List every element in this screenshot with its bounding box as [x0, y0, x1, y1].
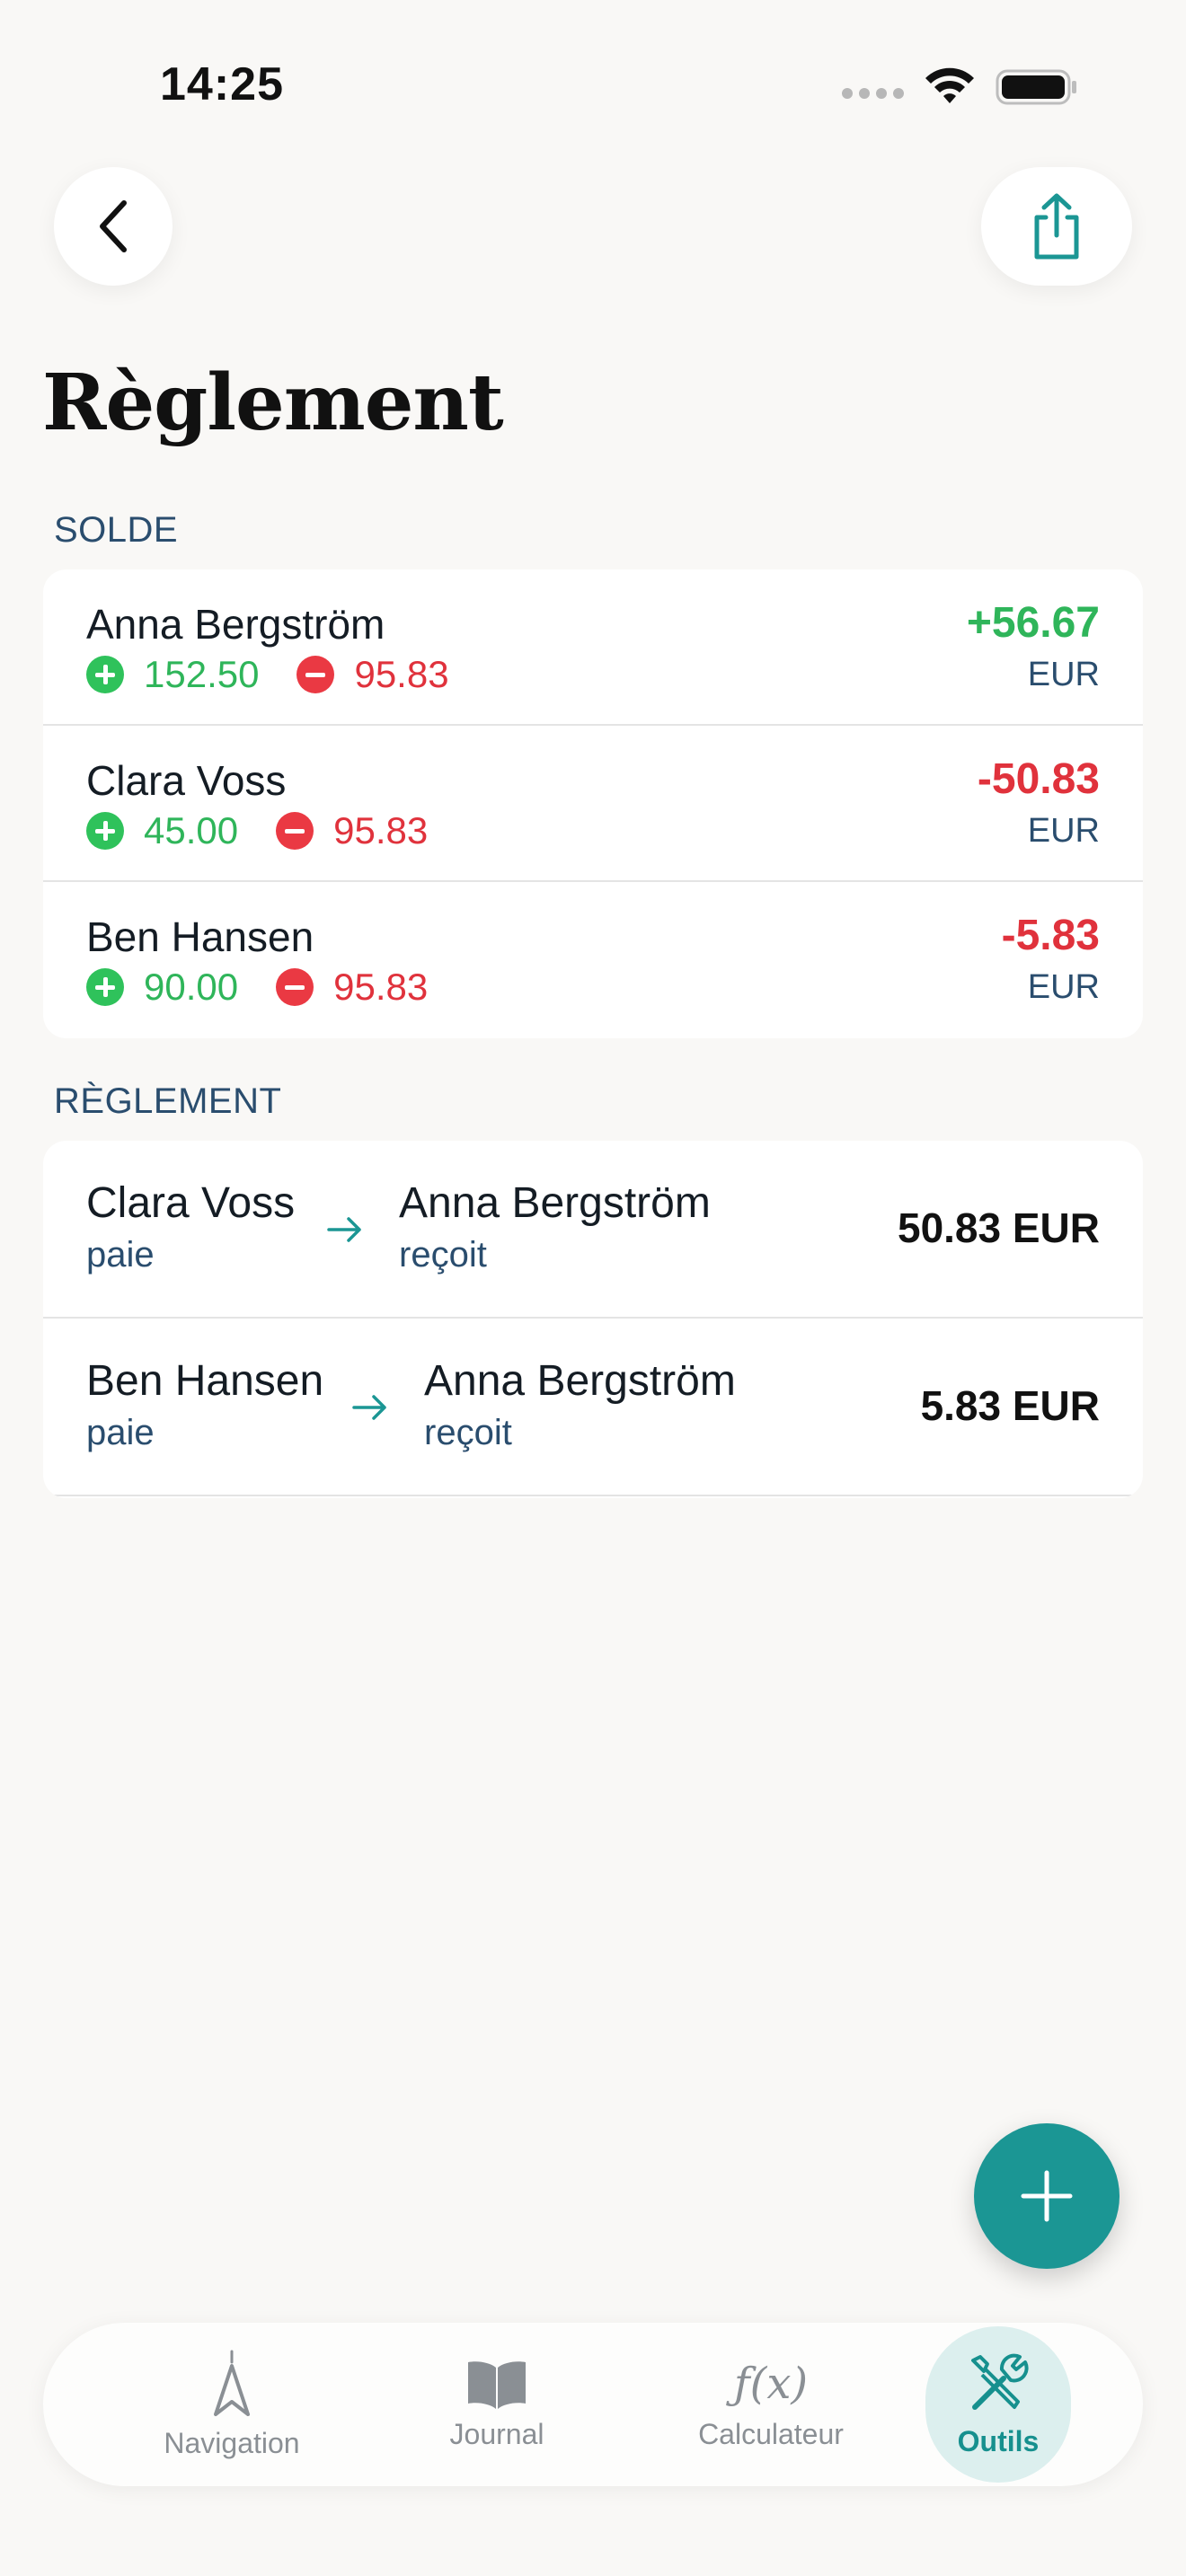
settlement-amount: 50.83 EUR	[897, 1204, 1100, 1251]
credit-amount: 90.00	[144, 966, 239, 1008]
tab-label: Outils	[957, 2424, 1040, 2457]
balance-currency: EUR	[1027, 656, 1100, 693]
minus-circle-icon	[276, 968, 314, 1006]
payer: Clara Voss paie	[86, 1178, 295, 1275]
section-label-balance: SOLDE	[54, 510, 179, 550]
balance-card: Anna Bergström 152.50 95.83 +56.67 EUR C…	[43, 569, 1143, 1038]
plus-circle-icon	[86, 812, 124, 850]
debit-amount: 95.83	[333, 809, 429, 851]
participant-name: Ben Hansen	[86, 913, 314, 960]
balance-breakdown: 90.00 95.83	[86, 966, 428, 1009]
credit-amount: 152.50	[144, 653, 260, 695]
payer: Ben Hansen paie	[86, 1356, 323, 1453]
balance-amount: +56.67	[966, 599, 1100, 647]
balance-row[interactable]: Anna Bergström 152.50 95.83 +56.67 EUR	[43, 569, 1143, 726]
payee-role: reçoit	[399, 1235, 487, 1275]
balance-currency: EUR	[1027, 812, 1100, 850]
tab-label: Journal	[449, 2417, 544, 2450]
payee: Anna Bergström reçoit	[399, 1178, 711, 1275]
status-icons	[842, 65, 1078, 110]
book-icon	[468, 2360, 526, 2409]
payer-role: paie	[86, 1413, 155, 1452]
tab-bar: Navigation Journal ƒ(x) Calculateur Outi…	[43, 2323, 1143, 2486]
tab-navigation[interactable]: Navigation	[97, 2323, 367, 2486]
payee: Anna Bergström reçoit	[424, 1356, 736, 1453]
section-label-settlement: RÈGLEMENT	[54, 1081, 282, 1121]
balance-amount: -5.83	[1001, 912, 1100, 959]
debit-amount: 95.83	[333, 966, 429, 1008]
function-icon: ƒ(x)	[733, 2358, 809, 2409]
settlement-row[interactable]: Clara Voss paie Anna Bergström reçoit 50…	[43, 1141, 1143, 1319]
status-time: 14:25	[160, 58, 284, 110]
participant-name: Clara Voss	[86, 757, 287, 804]
settlement-amount: 5.83 EUR	[920, 1382, 1100, 1429]
tab-journal[interactable]: Journal	[367, 2323, 627, 2486]
navigation-icon	[214, 2350, 250, 2416]
debit-amount: 95.83	[354, 653, 449, 695]
balance-breakdown: 152.50 95.83	[86, 653, 449, 696]
tab-label: Calculateur	[698, 2417, 844, 2450]
minus-circle-icon	[276, 812, 314, 850]
balance-breakdown: 45.00 95.83	[86, 809, 428, 852]
balance-row[interactable]: Ben Hansen 90.00 95.83 -5.83 EUR	[43, 882, 1143, 1038]
payee-name: Anna Bergström	[424, 1357, 736, 1405]
minus-circle-icon	[296, 656, 335, 693]
settlement-row[interactable]: Ben Hansen paie Anna Bergström reçoit 5.…	[43, 1319, 1143, 1496]
payer-name: Ben Hansen	[86, 1357, 324, 1405]
arrow-right-icon	[327, 1217, 361, 1242]
battery-icon	[996, 69, 1076, 105]
wifi-icon	[925, 67, 974, 103]
add-button[interactable]	[974, 2123, 1120, 2269]
credit-amount: 45.00	[144, 809, 239, 851]
tab-label: Navigation	[164, 2426, 300, 2459]
share-button[interactable]	[981, 167, 1132, 286]
plus-icon	[1021, 2170, 1073, 2222]
payer-name: Clara Voss	[86, 1179, 296, 1227]
plus-circle-icon	[86, 656, 124, 693]
arrow-right-icon	[352, 1395, 386, 1420]
participant-name: Anna Bergström	[86, 601, 385, 648]
balance-amount: -50.83	[977, 755, 1100, 803]
payer-role: paie	[86, 1235, 155, 1275]
back-button[interactable]	[54, 167, 173, 286]
tab-tools[interactable]: Outils	[925, 2326, 1071, 2483]
payee-role: reçoit	[424, 1413, 512, 1452]
tab-calculator[interactable]: ƒ(x) Calculateur	[618, 2323, 924, 2486]
balance-row[interactable]: Clara Voss 45.00 95.83 -50.83 EUR	[43, 726, 1143, 882]
settlement-card: Clara Voss paie Anna Bergström reçoit 50…	[43, 1141, 1143, 1498]
balance-currency: EUR	[1027, 968, 1100, 1006]
page-title: Règlement	[42, 357, 504, 448]
tools-icon	[971, 2353, 1029, 2410]
plus-circle-icon	[86, 968, 124, 1006]
cellular-signal-icon	[842, 88, 904, 99]
share-icon	[1034, 193, 1079, 260]
payee-name: Anna Bergström	[399, 1179, 711, 1227]
chevron-left-icon	[100, 200, 127, 252]
